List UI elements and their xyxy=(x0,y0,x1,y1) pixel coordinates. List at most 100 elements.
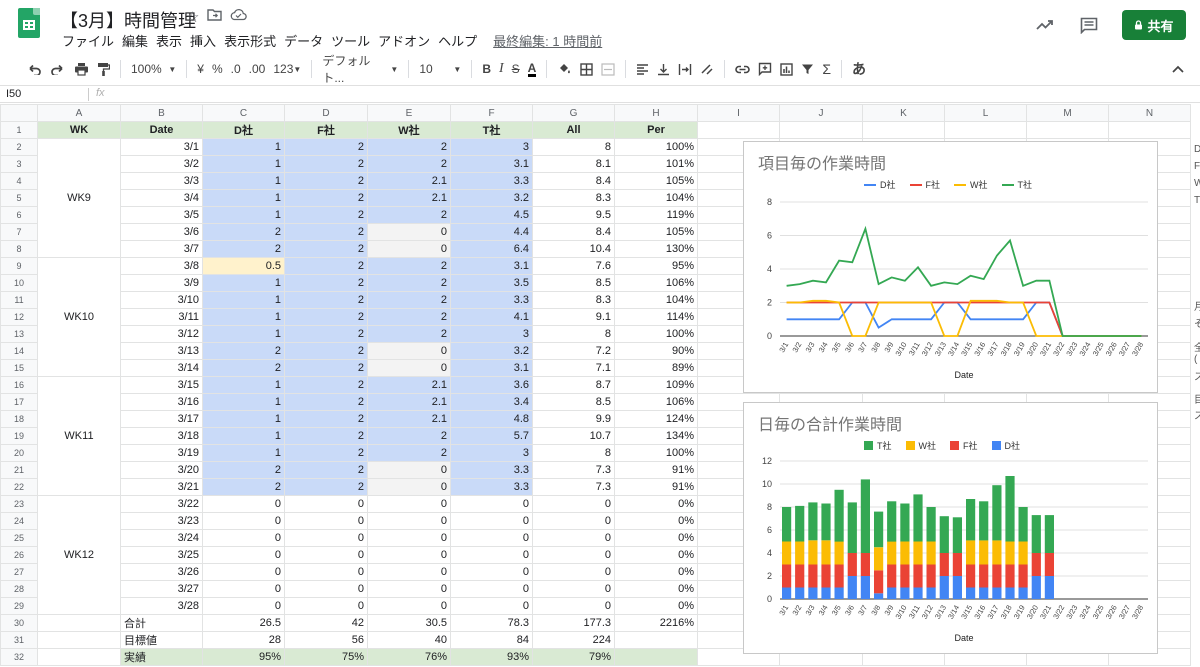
d-cell[interactable]: 1 xyxy=(202,410,285,428)
d-cell[interactable]: 0.5 xyxy=(202,257,285,275)
all-cell[interactable]: 7.1 xyxy=(532,359,615,377)
row-header[interactable]: 32 xyxy=(0,648,38,666)
row-header[interactable]: 11 xyxy=(0,291,38,309)
t-cell[interactable]: 3.3 xyxy=(450,478,533,496)
row-header[interactable]: 26 xyxy=(0,546,38,564)
per-cell[interactable]: 90% xyxy=(614,342,698,360)
w-cell[interactable]: 0 xyxy=(367,597,451,615)
date-cell[interactable]: 3/4 xyxy=(120,189,203,207)
all-cell[interactable]: 0 xyxy=(532,580,615,598)
d-cell[interactable]: 1 xyxy=(202,393,285,411)
t-cell[interactable]: 3.3 xyxy=(450,461,533,479)
t-cell[interactable]: 0 xyxy=(450,597,533,615)
move-folder-icon[interactable] xyxy=(207,8,223,26)
all-cell[interactable]: 8 xyxy=(532,325,615,343)
d-cell[interactable]: 0 xyxy=(202,529,285,547)
header-cell[interactable]: All xyxy=(532,121,615,139)
all-cell[interactable]: 8.3 xyxy=(532,189,615,207)
date-cell[interactable]: 3/20 xyxy=(120,461,203,479)
all-cell[interactable]: 0 xyxy=(532,563,615,581)
insert-chart-icon[interactable] xyxy=(776,57,797,81)
per-cell[interactable]: 0% xyxy=(614,512,698,530)
t-cell[interactable]: 4.1 xyxy=(450,308,533,326)
all-cell[interactable]: 8.5 xyxy=(532,274,615,292)
f-cell[interactable]: 0 xyxy=(284,597,368,615)
f-cell[interactable]: 2 xyxy=(284,223,368,241)
t-cell[interactable]: 3 xyxy=(450,444,533,462)
date-cell[interactable]: 3/16 xyxy=(120,393,203,411)
w-cell[interactable]: 2 xyxy=(367,274,451,292)
date-cell[interactable]: 3/3 xyxy=(120,172,203,190)
summary-d-cell[interactable]: 26.5 xyxy=(202,614,285,632)
w-cell[interactable]: 0 xyxy=(367,359,451,377)
w-cell[interactable]: 2 xyxy=(367,138,451,156)
all-cell[interactable]: 8 xyxy=(532,138,615,156)
all-cell[interactable]: 0 xyxy=(532,512,615,530)
all-cell[interactable]: 8.4 xyxy=(532,223,615,241)
column-header[interactable]: K xyxy=(862,104,945,122)
date-cell[interactable]: 3/28 xyxy=(120,597,203,615)
date-cell[interactable]: 3/8 xyxy=(120,257,203,275)
row-header[interactable]: 1 xyxy=(0,121,38,139)
summary-all-cell[interactable]: 224 xyxy=(532,631,615,649)
t-cell[interactable]: 0 xyxy=(450,546,533,564)
t-cell[interactable]: 6.4 xyxy=(450,240,533,258)
empty-cell[interactable] xyxy=(944,121,1027,139)
w-cell[interactable]: 2.1 xyxy=(367,376,451,394)
d-cell[interactable]: 2 xyxy=(202,223,285,241)
w-cell[interactable]: 0 xyxy=(367,240,451,258)
star-icon[interactable]: ☆ xyxy=(186,8,199,26)
menu-format[interactable]: 表示形式 xyxy=(220,31,280,50)
d-cell[interactable]: 2 xyxy=(202,461,285,479)
d-cell[interactable]: 1 xyxy=(202,155,285,173)
f-cell[interactable]: 2 xyxy=(284,427,368,445)
row-header[interactable]: 16 xyxy=(0,376,38,394)
currency-format-button[interactable]: ¥ xyxy=(193,57,208,81)
empty-cell[interactable] xyxy=(1108,121,1191,139)
t-cell[interactable]: 0 xyxy=(450,563,533,581)
column-header[interactable]: H xyxy=(614,104,698,122)
more-formats-button[interactable]: 123 ▼ xyxy=(269,57,305,81)
per-cell[interactable]: 0% xyxy=(614,546,698,564)
all-cell[interactable]: 7.2 xyxy=(532,342,615,360)
vertical-align-icon[interactable] xyxy=(653,57,674,81)
t-cell[interactable]: 0 xyxy=(450,580,533,598)
row-header[interactable]: 24 xyxy=(0,512,38,530)
row-header[interactable]: 2 xyxy=(0,138,38,156)
column-header[interactable]: D xyxy=(284,104,368,122)
w-cell[interactable]: 2.1 xyxy=(367,172,451,190)
row-header[interactable]: 28 xyxy=(0,580,38,598)
t-cell[interactable]: 3.2 xyxy=(450,342,533,360)
summary-w-cell[interactable]: 40 xyxy=(367,631,451,649)
f-cell[interactable]: 0 xyxy=(284,529,368,547)
row-header[interactable]: 12 xyxy=(0,308,38,326)
summary-per-cell[interactable] xyxy=(614,648,698,666)
date-cell[interactable]: 3/18 xyxy=(120,427,203,445)
date-cell[interactable]: 3/11 xyxy=(120,308,203,326)
bold-button[interactable]: B xyxy=(478,57,495,81)
per-cell[interactable]: 119% xyxy=(614,206,698,224)
column-header[interactable]: J xyxy=(779,104,863,122)
select-all-corner[interactable] xyxy=(0,104,38,122)
week-cell[interactable]: WK10 xyxy=(37,257,121,377)
header-cell[interactable]: T社 xyxy=(450,121,533,139)
w-cell[interactable]: 2 xyxy=(367,257,451,275)
date-cell[interactable]: 3/10 xyxy=(120,291,203,309)
t-cell[interactable]: 3.3 xyxy=(450,291,533,309)
per-cell[interactable]: 0% xyxy=(614,529,698,547)
italic-button[interactable]: I xyxy=(495,57,508,81)
header-cell[interactable]: D社 xyxy=(202,121,285,139)
t-cell[interactable]: 3.2 xyxy=(450,189,533,207)
date-cell[interactable]: 3/12 xyxy=(120,325,203,343)
w-cell[interactable]: 2.1 xyxy=(367,393,451,411)
row-header[interactable]: 13 xyxy=(0,325,38,343)
per-cell[interactable]: 114% xyxy=(614,308,698,326)
w-cell[interactable]: 2 xyxy=(367,427,451,445)
all-cell[interactable]: 0 xyxy=(532,546,615,564)
w-cell[interactable]: 0 xyxy=(367,478,451,496)
strikethrough-button[interactable]: S xyxy=(508,57,524,81)
w-cell[interactable]: 2 xyxy=(367,325,451,343)
row-header[interactable]: 30 xyxy=(0,614,38,632)
empty-cell[interactable] xyxy=(862,121,945,139)
share-button[interactable]: 共有 xyxy=(1122,10,1186,40)
